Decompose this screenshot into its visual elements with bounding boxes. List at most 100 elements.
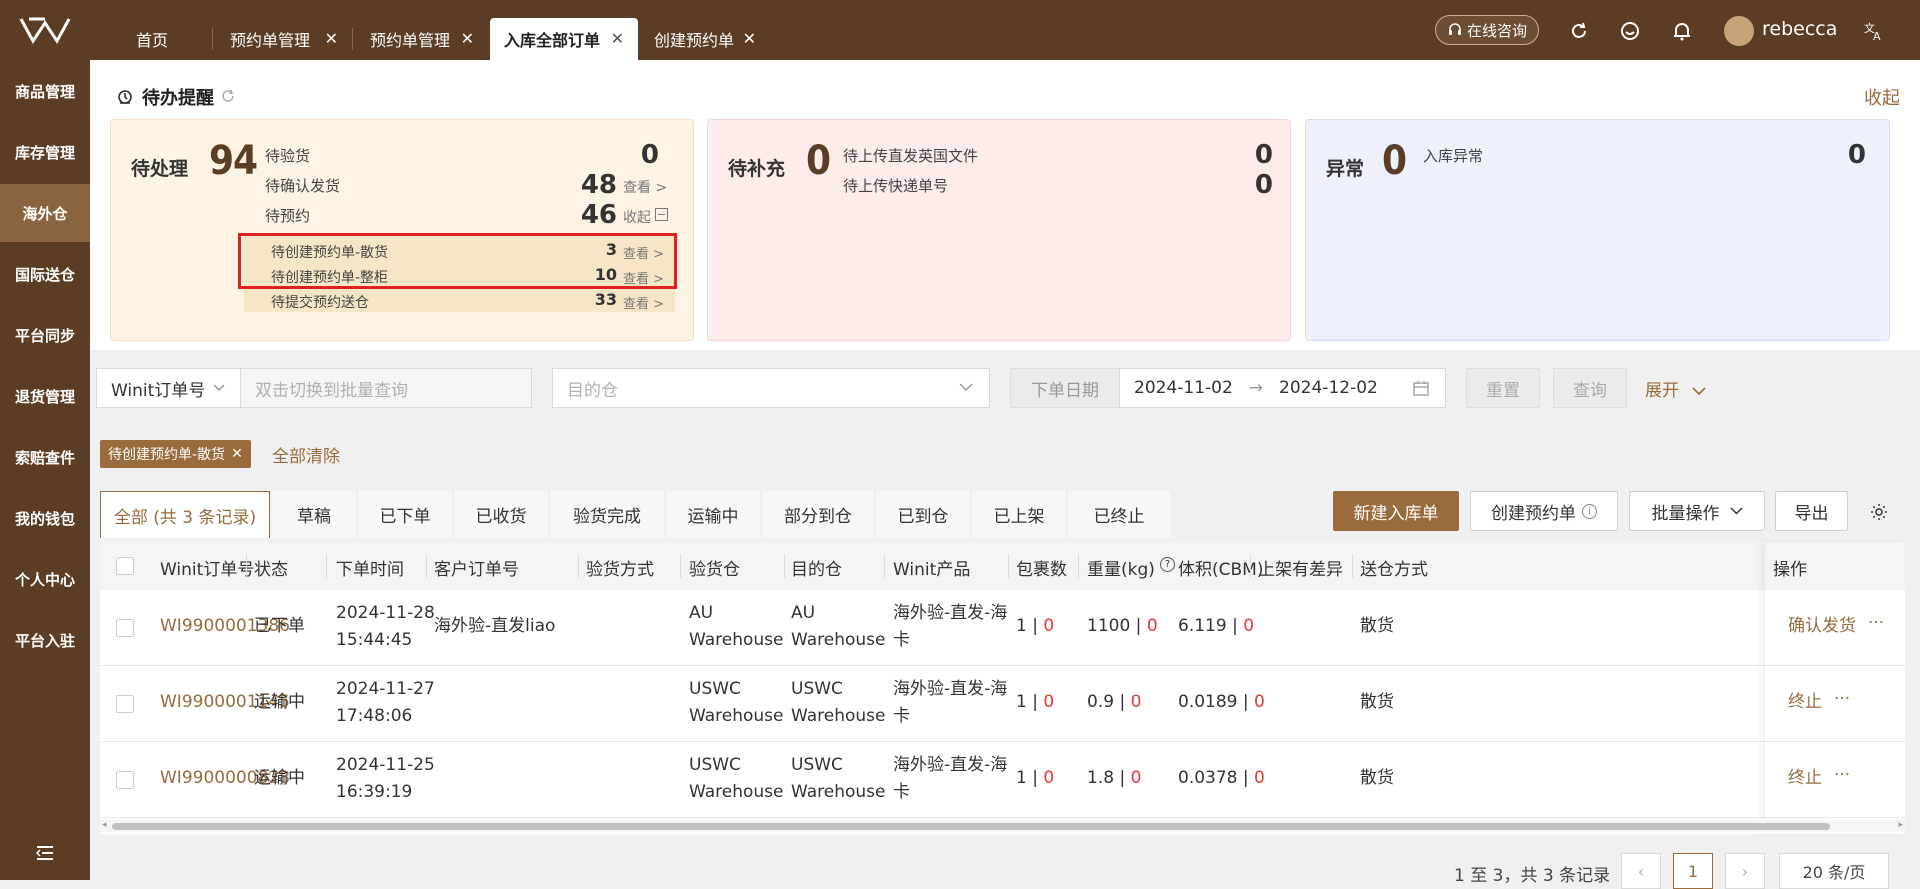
create-booking-button[interactable]: 创建预约单 i (1470, 491, 1618, 531)
date-start[interactable]: 2024-11-02 (1134, 378, 1233, 398)
username[interactable]: rebecca (1762, 18, 1837, 40)
bell-icon[interactable] (1671, 20, 1693, 42)
column-header[interactable]: 客户订单号 (434, 555, 519, 580)
sidebar-item-inventory[interactable]: 库存管理 (0, 123, 90, 181)
sidebar-item-international-delivery[interactable]: 国际送仓 (0, 245, 90, 303)
help-icon[interactable]: ? (1160, 557, 1175, 572)
expand-filters-link[interactable]: 展开 (1645, 376, 1706, 401)
minus-square-icon[interactable]: − (655, 208, 668, 221)
column-divider (1008, 554, 1009, 578)
date-end[interactable]: 2024-12-02 (1279, 378, 1378, 398)
next-page-button[interactable]: › (1725, 853, 1765, 889)
row-checkbox[interactable] (116, 771, 134, 789)
tab-booking-management-2[interactable]: 预约单管理 ✕ (356, 18, 488, 60)
tab-create-booking[interactable]: 创建预约单 ✕ (640, 18, 770, 60)
order-type-select[interactable]: Winit订单号 (96, 368, 241, 408)
current-page-button[interactable]: 1 (1673, 853, 1713, 889)
refresh-icon[interactable] (1568, 20, 1590, 42)
column-header[interactable]: 上架有差异 (1258, 555, 1343, 580)
column-header[interactable]: 送仓方式 (1360, 555, 1428, 580)
tab-terminated[interactable]: 已终止 (1068, 491, 1170, 538)
collapse-link[interactable]: 收起 (1864, 84, 1900, 110)
reset-button[interactable]: 重置 (1466, 368, 1540, 408)
tab-booking-management-1[interactable]: 预约单管理 ✕ (216, 18, 352, 60)
refresh-icon[interactable] (220, 88, 236, 104)
new-inbound-button[interactable]: 新建入库单 (1333, 491, 1459, 531)
sidebar-item-products[interactable]: 商品管理 (0, 62, 90, 120)
online-consult-button[interactable]: 在线咨询 (1435, 15, 1539, 45)
tab-all[interactable]: 全部 (共 3 条记录) (100, 491, 270, 538)
clear-all-link[interactable]: 全部清除 (272, 442, 340, 467)
tab-inspected[interactable]: 验货完成 (550, 491, 664, 538)
batch-query-input[interactable]: 双击切换到批量查询 (240, 368, 532, 408)
date-range-picker[interactable]: 2024-11-02 → 2024-12-02 (1119, 368, 1446, 408)
tab-ordered[interactable]: 已下单 (358, 491, 452, 538)
close-icon[interactable]: ✕ (743, 29, 756, 48)
destination-warehouse-select[interactable]: 目的仓 (552, 368, 990, 408)
menu-toggle-icon[interactable] (36, 845, 54, 861)
scrollbar-thumb[interactable] (112, 823, 1830, 830)
volume-diff: 0 (1243, 616, 1255, 636)
order-date-text: 下单日期 (1031, 380, 1099, 401)
row-checkbox[interactable] (116, 695, 134, 713)
row-checkbox[interactable] (116, 619, 134, 637)
tab-received[interactable]: 已收货 (454, 491, 548, 538)
logo[interactable] (0, 0, 90, 60)
close-icon[interactable]: ✕ (231, 446, 243, 462)
close-icon[interactable]: ✕ (611, 29, 624, 48)
view-link[interactable]: 查看 > (623, 293, 664, 312)
translate-icon[interactable]: 文A (1863, 20, 1885, 42)
row-label: 入库异常 (1423, 147, 1484, 165)
column-header[interactable]: 重量(kg) (1087, 555, 1155, 580)
tab-in-transit[interactable]: 运输中 (666, 491, 760, 538)
volume-diff: 0 (1254, 692, 1265, 712)
collapse-rows-link[interactable]: 收起 (623, 207, 651, 227)
query-button[interactable]: 查询 (1553, 368, 1627, 408)
prev-page-button[interactable]: ‹ (1621, 853, 1661, 889)
smile-icon[interactable] (1619, 20, 1641, 42)
volume: 6.119 | 0 (1178, 616, 1255, 636)
batch-operations-button[interactable]: 批量操作 (1629, 491, 1765, 531)
column-header[interactable]: 状态 (254, 555, 288, 580)
sidebar-item-platform-sync[interactable]: 平台同步 (0, 306, 90, 364)
scroll-right-icon[interactable]: ▸ (1898, 820, 1903, 830)
tab-partially-arrived[interactable]: 部分到仓 (762, 491, 874, 538)
card-count: 94 (209, 138, 258, 184)
sidebar-item-label: 平台入驻 (14, 631, 75, 650)
sidebar-item-claims[interactable]: 索赔查件 (0, 428, 90, 486)
tab-arrived[interactable]: 已到仓 (876, 491, 970, 538)
sidebar-item-overseas-warehouse[interactable]: 海外仓 (0, 184, 90, 242)
column-header[interactable]: 下单时间 (336, 555, 404, 580)
package-count-value: 1 (1016, 692, 1027, 712)
tab-shelved[interactable]: 已上架 (972, 491, 1066, 538)
select-all-checkbox[interactable] (116, 557, 134, 575)
column-header[interactable]: 包裹数 (1016, 555, 1067, 580)
export-button[interactable]: 导出 (1775, 491, 1848, 531)
export-label: 导出 (1794, 503, 1829, 524)
sidebar-item-returns[interactable]: 退货管理 (0, 367, 90, 425)
avatar[interactable] (1724, 16, 1754, 46)
tab-draft[interactable]: 草稿 (272, 491, 356, 538)
tab-home[interactable]: 首页 (122, 18, 218, 60)
close-icon[interactable]: ✕ (461, 29, 474, 48)
sidebar-item-profile[interactable]: 个人中心 (0, 550, 90, 608)
column-divider (426, 554, 427, 578)
view-link[interactable]: 查看 > (623, 177, 667, 197)
arrow-right-icon: → (1248, 378, 1264, 398)
column-header[interactable]: Winit订单号 (160, 555, 254, 580)
settings-gear-icon[interactable] (1870, 503, 1888, 521)
table-row: WI9900001386 已下单 2024-11-28 15:44:45 海外验… (100, 590, 1905, 666)
page-size-select[interactable]: 20 条/页 (1779, 853, 1889, 889)
filter-chip-label: 待创建预约单-散货 (108, 447, 226, 463)
column-header[interactable]: Winit产品 (893, 555, 970, 580)
scroll-left-icon[interactable]: ◂ (102, 820, 107, 830)
close-icon[interactable]: ✕ (325, 29, 338, 48)
column-header[interactable]: 验货仓 (689, 555, 740, 580)
filter-chip[interactable]: 待创建预约单-散货 ✕ (100, 440, 251, 468)
column-header[interactable]: 验货方式 (586, 555, 654, 580)
sidebar-item-wallet[interactable]: 我的钱包 (0, 489, 90, 547)
column-header[interactable]: 目的仓 (791, 555, 842, 580)
sidebar-item-platform-onboarding[interactable]: 平台入驻 (0, 611, 90, 669)
tab-all-inbound-orders[interactable]: 入库全部订单 ✕ (490, 18, 638, 60)
horizontal-scrollbar[interactable]: ◂ ▸ (100, 820, 1905, 832)
